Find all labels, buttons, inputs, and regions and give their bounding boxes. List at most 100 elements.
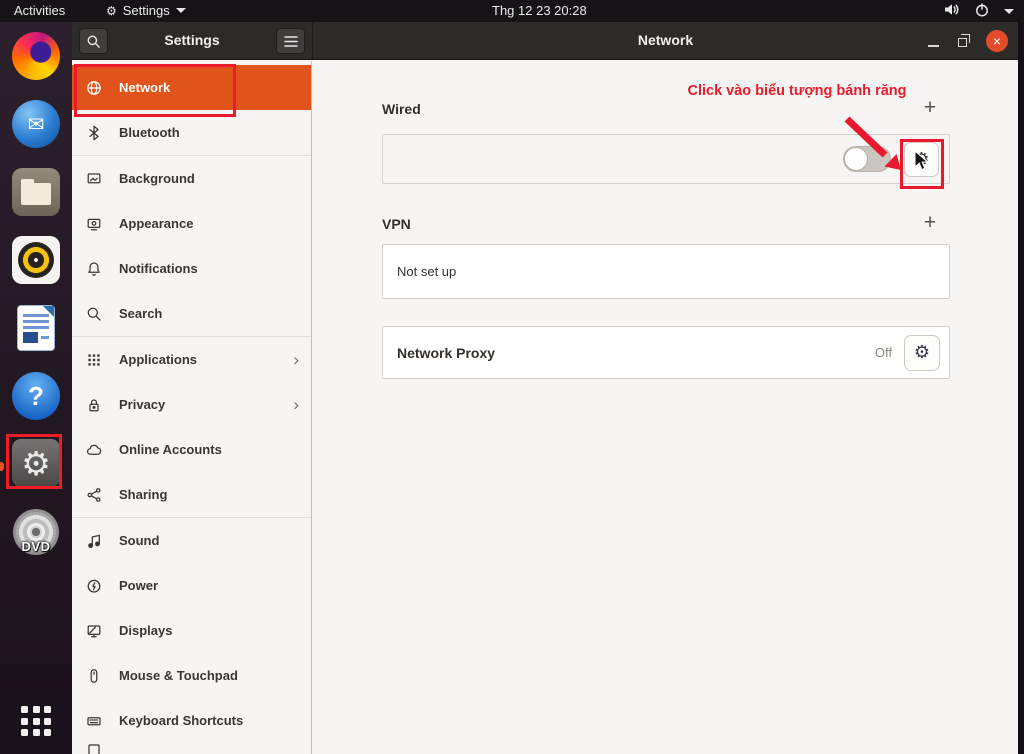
sidebar-item-label: Bluetooth	[119, 125, 180, 140]
restore-button[interactable]	[958, 38, 967, 47]
menu-button[interactable]	[276, 28, 305, 54]
bell-icon	[82, 261, 106, 277]
sidebar-item-power[interactable]: Power	[72, 563, 311, 608]
help-icon[interactable]: ?	[12, 372, 60, 420]
network-proxy-row[interactable]: Network Proxy Off ⚙	[382, 326, 950, 379]
files-icon[interactable]	[12, 168, 60, 216]
settings-window: Settings Network ×	[72, 22, 1018, 754]
headerbar-sidebar-section: Settings	[72, 22, 313, 59]
chevron-down-icon	[1004, 9, 1014, 14]
sidebar-item-appearance[interactable]: Appearance	[72, 201, 311, 246]
running-indicator	[0, 462, 4, 471]
sidebar-item-partial[interactable]	[72, 743, 311, 753]
dvd-icon[interactable]: DVD	[13, 509, 59, 555]
vpn-status-text: Not set up	[397, 264, 456, 279]
sidebar: Network Bluetooth Background	[72, 61, 312, 754]
question-mark-icon: ?	[28, 381, 44, 412]
volume-icon	[944, 3, 960, 19]
annotation-arrow	[837, 111, 922, 186]
wired-heading: Wired	[382, 101, 421, 117]
sidebar-item-label: Sound	[119, 533, 159, 548]
mouse-icon	[82, 668, 106, 684]
sidebar-item-label: Online Accounts	[119, 442, 222, 457]
cloud-icon	[82, 442, 106, 458]
sidebar-item-search[interactable]: Search	[72, 291, 311, 336]
app-menu-label: Settings	[123, 3, 170, 18]
minimize-button[interactable]	[928, 35, 939, 47]
sidebar-item-sharing[interactable]: Sharing	[72, 472, 311, 517]
chevron-right-icon: ›	[293, 351, 299, 368]
firefox-icon[interactable]	[12, 32, 60, 80]
headerbar-content-section: Network ×	[313, 22, 1018, 59]
bluetooth-icon	[82, 125, 106, 141]
sidebar-item-label: Mouse & Touchpad	[119, 668, 238, 683]
proxy-settings-gear-button[interactable]: ⚙	[904, 335, 940, 371]
display-icon	[82, 623, 106, 639]
speaker-icon	[18, 242, 54, 278]
network-panel: Click vào biểu tượng bánh răng Wired + ⚙	[312, 61, 1018, 754]
sidebar-item-label: Displays	[119, 623, 172, 638]
gear-icon: ⚙	[106, 5, 117, 17]
sidebar-item-online-accounts[interactable]: Online Accounts	[72, 427, 311, 472]
folder-icon	[21, 183, 51, 205]
dock: ✉ ? ⚙ DVD	[0, 22, 72, 754]
sidebar-item-label: Keyboard Shortcuts	[119, 713, 243, 728]
appearance-icon	[82, 216, 106, 232]
document-icon	[18, 306, 54, 350]
close-icon: ×	[993, 34, 1001, 48]
close-button[interactable]: ×	[986, 30, 1008, 52]
sidebar-item-keyboard-shortcuts[interactable]: Keyboard Shortcuts	[72, 698, 311, 743]
app-menu-button[interactable]: ⚙ Settings	[106, 3, 186, 18]
sidebar-item-label: Notifications	[119, 261, 198, 276]
chevron-down-icon	[176, 8, 186, 13]
search-icon	[82, 306, 106, 322]
music-note-icon	[82, 533, 106, 549]
sidebar-item-applications[interactable]: Applications ›	[72, 337, 311, 382]
desktop-screen: Activities ⚙ Settings Thg 12 23 20:28 ✉ …	[0, 0, 1024, 754]
keyboard-icon	[82, 713, 106, 729]
annotation-box-network	[74, 64, 236, 117]
vpn-card[interactable]: Not set up	[382, 244, 950, 299]
hamburger-icon	[283, 35, 299, 48]
sidebar-item-notifications[interactable]: Notifications	[72, 246, 311, 291]
sidebar-item-label: Background	[119, 171, 195, 186]
sidebar-item-label: Applications	[119, 352, 197, 367]
page-title: Network	[313, 32, 1018, 48]
dvd-label: DVD	[13, 539, 59, 554]
sidebar-item-label: Appearance	[119, 216, 193, 231]
rhythmbox-icon[interactable]	[12, 236, 60, 284]
libreoffice-writer-icon[interactable]	[12, 304, 60, 352]
top-bar: Activities ⚙ Settings Thg 12 23 20:28	[0, 0, 1024, 22]
system-status-area[interactable]	[944, 0, 1014, 22]
clock[interactable]: Thg 12 23 20:28	[492, 3, 587, 18]
sidebar-item-label: Power	[119, 578, 158, 593]
activities-button[interactable]: Activities	[14, 3, 65, 18]
sidebar-item-background[interactable]: Background	[72, 156, 311, 201]
window-controls: ×	[928, 22, 1008, 60]
annotation-box-settings	[6, 434, 62, 489]
mouse-cursor	[913, 150, 930, 173]
sidebar-item-displays[interactable]: Displays	[72, 608, 311, 653]
envelope-icon: ✉	[28, 112, 45, 136]
lock-icon	[82, 397, 106, 413]
share-icon	[82, 487, 106, 503]
vpn-heading: VPN	[382, 216, 411, 232]
show-applications-button[interactable]	[21, 706, 51, 736]
sidebar-item-label: Privacy	[119, 397, 165, 412]
chevron-right-icon: ›	[293, 396, 299, 413]
thunderbird-icon[interactable]: ✉	[12, 100, 60, 148]
add-vpn-button[interactable]: +	[918, 212, 942, 236]
background-icon	[82, 171, 106, 187]
sidebar-item-privacy[interactable]: Privacy ›	[72, 382, 311, 427]
proxy-status: Off	[875, 345, 892, 360]
power-icon	[82, 578, 106, 594]
gear-icon: ⚙	[914, 342, 930, 363]
sidebar-item-mouse-touchpad[interactable]: Mouse & Touchpad	[72, 653, 311, 698]
sidebar-item-sound[interactable]: Sound	[72, 518, 311, 563]
headerbar: Settings Network ×	[72, 22, 1018, 60]
sidebar-item-label: Sharing	[119, 487, 167, 502]
network-proxy-label: Network Proxy	[397, 345, 495, 361]
power-icon	[975, 3, 989, 20]
apps-grid-icon	[82, 352, 106, 368]
panel-icon	[82, 743, 106, 754]
